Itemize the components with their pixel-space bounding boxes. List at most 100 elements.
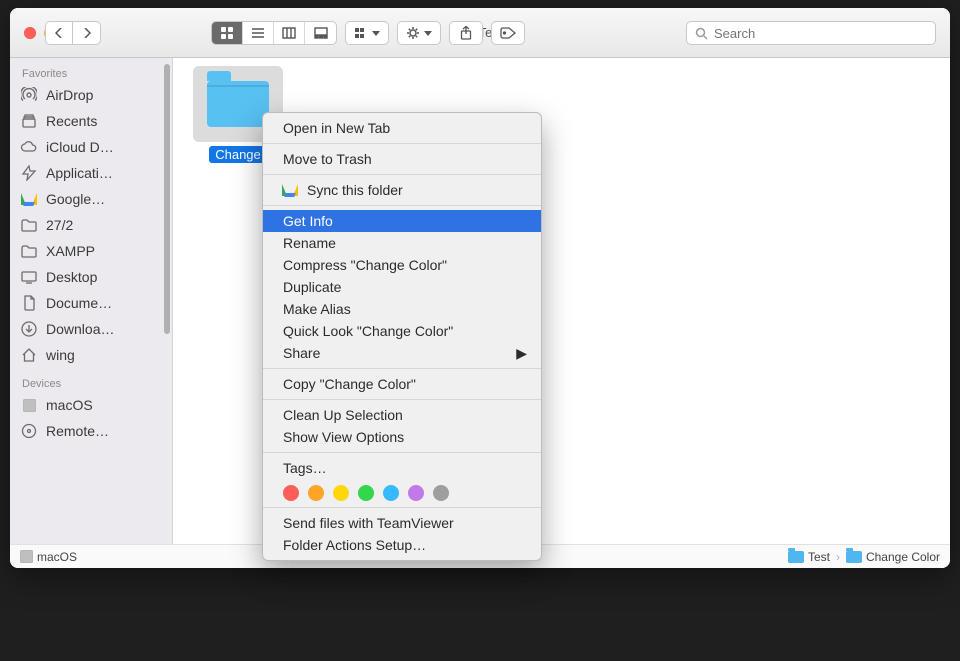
download-icon bbox=[20, 320, 38, 338]
ctx-rename[interactable]: Rename bbox=[263, 232, 541, 254]
tag-ffa427[interactable] bbox=[308, 485, 324, 501]
separator bbox=[263, 174, 541, 175]
separator bbox=[263, 368, 541, 369]
context-menu: Open in New Tab Move to Trash Sync this … bbox=[262, 112, 542, 561]
separator bbox=[263, 452, 541, 453]
sidebar-item-label: Desktop bbox=[46, 269, 97, 285]
close-icon[interactable] bbox=[24, 27, 36, 39]
disk-icon bbox=[20, 550, 33, 563]
ctx-open-new-tab[interactable]: Open in New Tab bbox=[263, 117, 541, 139]
desktop-icon bbox=[20, 268, 38, 286]
separator bbox=[263, 143, 541, 144]
tag-9e9e9e[interactable] bbox=[433, 485, 449, 501]
chevron-right-icon: › bbox=[836, 550, 840, 564]
sidebar-item-airdrop[interactable]: AirDrop bbox=[10, 82, 172, 108]
sidebar-item-recents[interactable]: Recents bbox=[10, 108, 172, 134]
path-crumb-test[interactable]: Test bbox=[788, 550, 830, 564]
sidebar-item-label: iCloud D… bbox=[46, 139, 114, 155]
sidebar-item-label: Downloa… bbox=[46, 321, 114, 337]
ctx-compress[interactable]: Compress "Change Color" bbox=[263, 254, 541, 276]
sidebar-item-desktop[interactable]: Desktop bbox=[10, 264, 172, 290]
tag-ffd60a[interactable] bbox=[333, 485, 349, 501]
back-button[interactable] bbox=[45, 21, 73, 45]
path-crumb-macos[interactable]: macOS bbox=[20, 550, 77, 564]
sidebar-item-applications[interactable]: Applicati… bbox=[10, 160, 172, 186]
path-crumb-label: Change Color bbox=[866, 550, 940, 564]
tag-37b8ff[interactable] bbox=[383, 485, 399, 501]
ctx-clean-up[interactable]: Clean Up Selection bbox=[263, 404, 541, 426]
ctx-move-to-trash[interactable]: Move to Trash bbox=[263, 148, 541, 170]
applications-icon bbox=[20, 164, 38, 182]
ctx-teamviewer[interactable]: Send files with TeamViewer bbox=[263, 512, 541, 534]
path-crumb-label: Test bbox=[808, 550, 830, 564]
cloud-icon bbox=[20, 138, 38, 156]
folder-icon bbox=[20, 242, 38, 260]
folder-icon bbox=[788, 551, 804, 563]
sidebar-item-label: 27/2 bbox=[46, 217, 73, 233]
sidebar-item-label: Google… bbox=[46, 191, 105, 207]
scrollbar[interactable] bbox=[164, 64, 170, 334]
ctx-view-options[interactable]: Show View Options bbox=[263, 426, 541, 448]
sidebar-item-downloads[interactable]: Downloa… bbox=[10, 316, 172, 342]
gallery-view-button[interactable] bbox=[305, 22, 336, 44]
action-button[interactable] bbox=[397, 21, 441, 45]
list-view-button[interactable] bbox=[243, 22, 274, 44]
airdrop-icon bbox=[20, 86, 38, 104]
share-button[interactable] bbox=[449, 21, 483, 45]
sidebar-item-label: wing bbox=[46, 347, 75, 363]
tag-ff5f57[interactable] bbox=[283, 485, 299, 501]
sidebar-item-27-2[interactable]: 27/2 bbox=[10, 212, 172, 238]
folder-label: Change bbox=[209, 146, 267, 163]
ctx-tags[interactable]: Tags… bbox=[263, 457, 541, 479]
ctx-share[interactable]: Share▶ bbox=[263, 342, 541, 364]
sidebar-item-xampp[interactable]: XAMPP bbox=[10, 238, 172, 264]
folder-icon bbox=[207, 81, 269, 127]
chevron-right-icon: ▶ bbox=[516, 345, 527, 362]
search-icon bbox=[695, 27, 708, 40]
sidebar-section-favorites: Favorites bbox=[10, 64, 172, 82]
separator bbox=[263, 507, 541, 508]
sidebar-item-label: macOS bbox=[46, 397, 93, 413]
search-field[interactable] bbox=[686, 21, 936, 45]
ctx-quick-look[interactable]: Quick Look "Change Color" bbox=[263, 320, 541, 342]
sidebar-item-label: Recents bbox=[46, 113, 97, 129]
nav-buttons bbox=[45, 21, 101, 45]
ctx-make-alias[interactable]: Make Alias bbox=[263, 298, 541, 320]
disk-icon bbox=[20, 396, 38, 414]
gdrive-icon bbox=[20, 190, 38, 208]
ctx-folder-actions[interactable]: Folder Actions Setup… bbox=[263, 534, 541, 556]
remote-disc-icon bbox=[20, 422, 38, 440]
sidebar-item-wing[interactable]: wing bbox=[10, 342, 172, 368]
sidebar-item-label: AirDrop bbox=[46, 87, 93, 103]
tag-c079e8[interactable] bbox=[408, 485, 424, 501]
ctx-tag-colors bbox=[263, 479, 541, 503]
home-icon bbox=[20, 346, 38, 364]
search-input[interactable] bbox=[714, 26, 927, 41]
folder-icon bbox=[20, 216, 38, 234]
sidebar-item-googledrive[interactable]: Google… bbox=[10, 186, 172, 212]
arrange-button[interactable] bbox=[345, 21, 389, 45]
ctx-sync-folder[interactable]: Sync this folder bbox=[263, 179, 541, 201]
sidebar-item-remote[interactable]: Remote… bbox=[10, 418, 172, 444]
sidebar-item-label: Remote… bbox=[46, 423, 109, 439]
tags-button[interactable] bbox=[491, 21, 525, 45]
sidebar: Favorites AirDrop Recents iCloud D… Appl… bbox=[10, 58, 173, 544]
ctx-get-info[interactable]: Get Info bbox=[263, 210, 541, 232]
toolbar bbox=[45, 8, 936, 58]
column-view-button[interactable] bbox=[274, 22, 305, 44]
gdrive-icon bbox=[283, 184, 297, 196]
icon-view-button[interactable] bbox=[212, 22, 243, 44]
sidebar-section-devices: Devices bbox=[10, 374, 172, 392]
sidebar-item-icloud[interactable]: iCloud D… bbox=[10, 134, 172, 160]
path-crumb-change-color[interactable]: Change Color bbox=[846, 550, 940, 564]
tag-32d74b[interactable] bbox=[358, 485, 374, 501]
document-icon bbox=[20, 294, 38, 312]
ctx-duplicate[interactable]: Duplicate bbox=[263, 276, 541, 298]
ctx-copy[interactable]: Copy "Change Color" bbox=[263, 373, 541, 395]
sidebar-item-documents[interactable]: Docume… bbox=[10, 290, 172, 316]
forward-button[interactable] bbox=[73, 21, 101, 45]
view-mode-segmented bbox=[211, 21, 337, 45]
sidebar-item-label: Docume… bbox=[46, 295, 112, 311]
sidebar-item-label: XAMPP bbox=[46, 243, 95, 259]
sidebar-item-macos[interactable]: macOS bbox=[10, 392, 172, 418]
